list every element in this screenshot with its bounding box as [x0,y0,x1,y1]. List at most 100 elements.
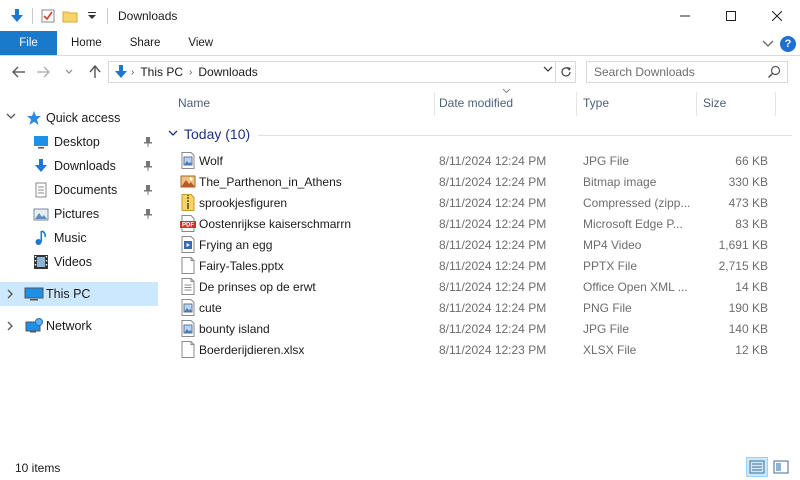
chevron-down-icon [65,69,73,74]
downloads-folder-icon [113,64,131,80]
expand-chevron-icon[interactable] [6,289,16,302]
group-label: Today (10) [184,126,251,142]
column-divider[interactable] [576,92,577,116]
maximize-icon [726,10,736,21]
new-folder-icon[interactable] [61,7,79,25]
file-size: 473 KB [728,196,768,210]
column-header-size[interactable]: Size [703,88,775,118]
recent-locations-button[interactable] [62,61,76,83]
tab-view[interactable]: View [174,31,227,55]
collapse-chevron-icon[interactable] [168,128,178,140]
file-name: Fairy-Tales.pptx [199,259,284,273]
forward-button[interactable] [32,61,54,83]
blank-file-icon [180,257,196,274]
file-type: PNG File [583,301,632,315]
file-date-modified: 8/11/2024 12:24 PM [439,196,547,210]
column-header-date[interactable]: Date modified [439,88,576,118]
table-row[interactable]: PDF Oostenrijkse kaiserschmarrn 8/11/2024 … [176,213,784,234]
music-icon [33,230,49,246]
table-row[interactable]: bounty island 8/11/2024 12:24 PM JPG File 1… [176,318,784,339]
computer-icon [24,286,44,302]
file-name: sprookjesfiguren [199,196,288,210]
expand-chevron-icon[interactable] [6,321,16,334]
file-date-modified: 8/11/2024 12:24 PM [439,217,547,231]
table-row[interactable]: sprookjesfiguren 8/11/2024 12:24 PM Compre… [176,192,784,213]
file-type: MP4 Video [583,238,642,252]
column-header-name[interactable]: Name [178,88,434,118]
file-date-modified: 8/11/2024 12:24 PM [439,259,547,273]
details-view-button[interactable] [746,457,768,477]
bitmap-file-icon [180,173,196,190]
table-row[interactable]: Fairy-Tales.pptx 8/11/2024 12:24 PM PPTX F… [176,255,784,276]
column-header-type[interactable]: Type [583,88,695,118]
breadcrumb-downloads[interactable]: Downloads [192,65,263,79]
properties-icon[interactable] [39,7,57,25]
file-size: 83 KB [735,217,768,231]
file-size: 140 KB [728,322,768,336]
close-button[interactable] [754,0,800,31]
file-name: bounty island [199,322,270,336]
sidebar-item-this-pc[interactable]: This PC [0,282,158,306]
tab-home[interactable]: Home [57,31,116,55]
file-size: 66 KB [735,154,768,168]
file-name: cute [199,301,222,315]
sidebar-item-label: Pictures [54,207,100,221]
table-row[interactable]: Wolf 8/11/2024 12:24 PM JPG File 66 KB [176,150,784,171]
table-row[interactable]: cute 8/11/2024 12:24 PM PNG File 190 KB [176,297,784,318]
svg-text:PDF: PDF [182,223,194,229]
sidebar-item-network[interactable]: Network [0,314,158,338]
sidebar-item-label: Quick access [46,111,121,125]
table-row[interactable]: Boerderijdieren.xlsx 8/11/2024 12:23 PM XL… [176,339,784,360]
refresh-icon [560,67,571,77]
table-row[interactable]: Frying an egg 8/11/2024 12:24 PM MP4 Video… [176,234,784,255]
address-bar[interactable]: › This PC › Downloads [108,61,556,83]
expand-ribbon-icon[interactable] [762,37,774,51]
file-type: JPG File [583,154,630,168]
file-name: Frying an egg [199,238,273,252]
document-file-icon [180,278,196,295]
tab-file[interactable]: File [0,31,57,55]
column-divider[interactable] [696,92,697,116]
back-button[interactable] [8,61,30,83]
address-dropdown-icon[interactable] [543,65,553,76]
breadcrumb-this-pc[interactable]: This PC [134,65,189,79]
status-bar: 10 items [0,455,800,480]
blank-file-icon [180,341,196,358]
sidebar-item-downloads[interactable]: Downloads [0,154,158,178]
tab-share[interactable]: Share [116,31,175,55]
large-icons-view-button[interactable] [770,457,792,477]
sidebar-item-label: Downloads [54,159,116,173]
search-box[interactable] [586,61,788,83]
downloads-arrow-icon[interactable] [8,7,26,25]
large-icons-view-icon [773,460,789,474]
pin-icon [143,160,153,175]
sidebar-item-quick-access[interactable]: Quick access [0,106,158,130]
column-divider[interactable] [775,92,776,116]
sidebar-item-label: Network [46,319,92,333]
file-size: 1,691 KB [718,238,768,252]
table-row[interactable]: The_Parthenon_in_Athens 8/11/2024 12:24 P… [176,171,784,192]
navigation-pane: Quick access Desktop Downloads Documents [0,88,160,452]
maximize-button[interactable] [708,0,754,31]
sidebar-item-videos[interactable]: Videos [0,250,158,274]
refresh-button[interactable] [556,61,576,83]
file-date-modified: 8/11/2024 12:24 PM [439,154,547,168]
sidebar-item-desktop[interactable]: Desktop [0,130,158,154]
expand-chevron-icon[interactable] [6,112,16,123]
table-row[interactable]: De prinses op de erwt 8/11/2024 12:24 PM O… [176,276,784,297]
file-size: 2,715 KB [718,259,768,273]
sidebar-item-documents[interactable]: Documents [0,178,158,202]
up-button[interactable] [84,61,106,83]
search-icon[interactable] [767,65,781,82]
file-date-modified: 8/11/2024 12:24 PM [439,175,547,189]
column-divider[interactable] [434,92,435,116]
forward-arrow-icon [37,66,50,78]
search-input[interactable] [587,65,757,79]
sidebar-item-music[interactable]: Music [0,226,158,250]
sidebar-item-pictures[interactable]: Pictures [0,202,158,226]
customize-toolbar-icon[interactable] [83,7,101,25]
image-file-icon [180,320,196,337]
help-icon[interactable]: ? [780,35,796,52]
group-header-today[interactable]: Today (10) [168,124,792,144]
minimize-button[interactable] [662,0,708,31]
